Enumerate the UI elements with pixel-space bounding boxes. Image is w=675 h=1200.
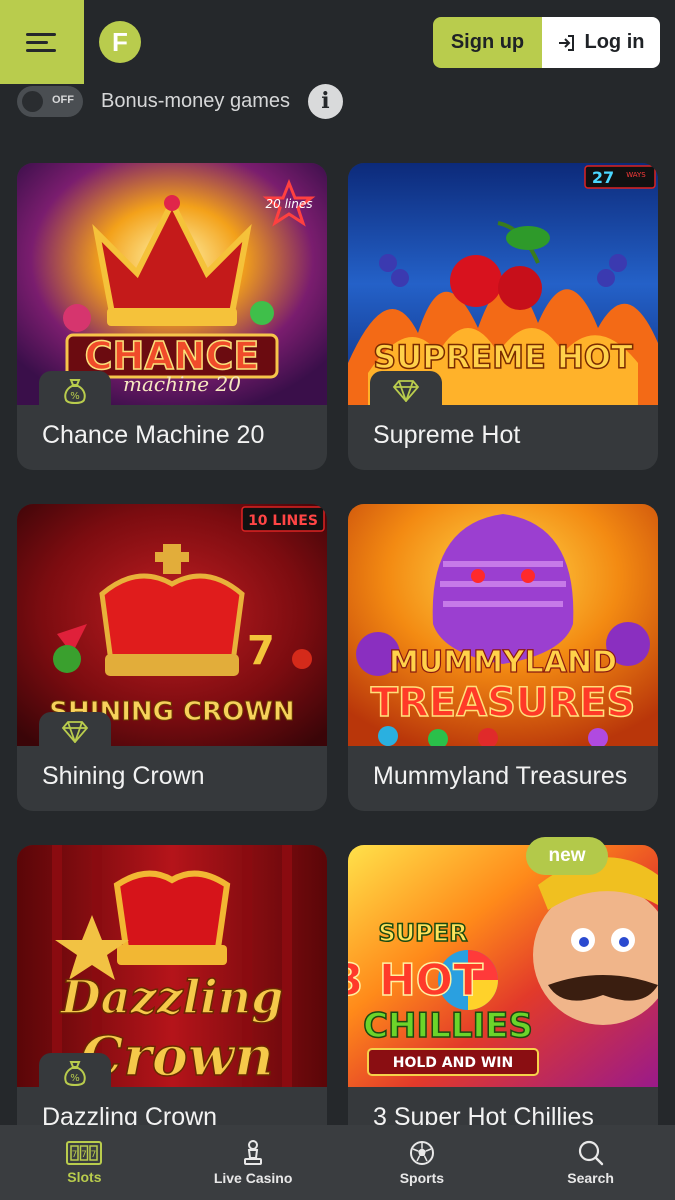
svg-text:3 HOT: 3 HOT	[348, 955, 483, 1006]
game-badge: %	[39, 1053, 111, 1093]
svg-text:WAYS: WAYS	[626, 171, 646, 179]
svg-text:TREASURES: TREASURES	[371, 680, 636, 726]
soccer-ball-icon	[409, 1140, 434, 1165]
game-title: Chance Machine 20	[42, 421, 265, 449]
toggle-state: OFF	[52, 93, 74, 106]
game-thumbnail: SUPER 3 HOT CHILLIES HOLD AND WIN	[348, 845, 658, 1087]
game-title: Mummyland Treasures	[373, 762, 628, 790]
nav-label: Search	[567, 1169, 614, 1186]
nav-item-search[interactable]: Search	[506, 1125, 675, 1200]
svg-text:10 LINES: 10 LINES	[248, 513, 318, 529]
svg-text:27: 27	[592, 168, 614, 187]
money-bag-icon: %	[64, 379, 86, 404]
brand-logo[interactable]: F	[99, 21, 141, 63]
game-badge: %	[39, 371, 111, 411]
game-thumbnail: 7 10 LINES SHINING CROWN	[17, 504, 327, 746]
game-thumbnail: MUMMYLAND TREASURES	[348, 504, 658, 746]
svg-text:%: %	[70, 1073, 80, 1084]
new-badge: new	[526, 837, 608, 875]
game-thumbnail: Dazzling Crown	[17, 845, 327, 1087]
svg-text:Dazzling: Dazzling	[59, 970, 284, 1024]
signup-button[interactable]: Sign up	[433, 17, 542, 68]
svg-text:CHILLIES: CHILLIES	[363, 1006, 533, 1046]
bottom-navigation: 7 7 7 Slots Live Casino Sports Search	[0, 1125, 675, 1200]
svg-text:MUMMYLAND: MUMMYLAND	[389, 645, 617, 680]
game-card-chance-machine-20[interactable]: 20 lines CHANCE machine 20 % Chance Mach…	[17, 163, 327, 470]
svg-text:7: 7	[247, 628, 275, 674]
game-card-dazzling-crown[interactable]: Dazzling Crown % Dazzling Crown	[17, 845, 327, 1152]
nav-label: Live Casino	[213, 1169, 293, 1186]
info-icon[interactable]: i	[307, 83, 343, 119]
game-thumbnail: SUPREME HOT 27 WAYS	[348, 163, 658, 405]
svg-text:7: 7	[72, 1150, 78, 1160]
game-title: Shining Crown	[42, 762, 205, 790]
bonus-money-toggle[interactable]: OFF	[17, 85, 83, 117]
nav-item-live-casino[interactable]: Live Casino	[169, 1125, 338, 1200]
game-card-shining-crown[interactable]: 7 10 LINES SHINING CROWN Shining Crown	[17, 504, 327, 811]
toggle-knob	[22, 90, 43, 112]
nav-item-sports[interactable]: Sports	[338, 1125, 507, 1200]
menu-button[interactable]	[0, 0, 84, 84]
svg-text:7: 7	[91, 1150, 97, 1160]
nav-item-slots[interactable]: 7 7 7 Slots	[0, 1125, 169, 1200]
login-button[interactable]: Log in	[542, 17, 660, 68]
nav-label: Sports	[399, 1169, 445, 1186]
login-icon	[558, 34, 574, 51]
game-badge	[370, 371, 442, 411]
bonus-money-label: Bonus-money games	[101, 89, 290, 112]
svg-text:20 lines: 20 lines	[266, 197, 313, 211]
money-bag-icon: %	[64, 1061, 86, 1086]
diamond-icon	[392, 380, 420, 402]
diamond-icon	[61, 721, 89, 743]
bonus-filter-row: OFF Bonus-money games i	[17, 83, 343, 119]
game-card-mummyland-treasures[interactable]: MUMMYLAND TREASURES Mummyland Treasures	[348, 504, 658, 811]
hamburger-icon	[26, 33, 56, 52]
game-card-3-super-hot-chillies[interactable]: SUPER 3 HOT CHILLIES HOLD AND WIN new 3 …	[348, 837, 658, 1152]
svg-text:HOLD AND WIN: HOLD AND WIN	[393, 1055, 513, 1071]
nav-label: Slots	[67, 1168, 102, 1185]
svg-text:machine 20: machine 20	[123, 372, 241, 396]
search-icon	[578, 1140, 603, 1165]
game-thumbnail: 20 lines CHANCE machine 20	[17, 163, 327, 405]
game-title: Supreme Hot	[373, 421, 521, 449]
slot-machine-icon: 7 7 7	[66, 1140, 103, 1165]
login-label: Log in	[584, 31, 645, 53]
svg-text:7: 7	[82, 1150, 88, 1160]
svg-text:SUPER: SUPER	[378, 919, 467, 947]
game-card-supreme-hot[interactable]: SUPREME HOT 27 WAYS Supreme Hot	[348, 163, 658, 470]
game-badge	[39, 712, 111, 752]
svg-text:%: %	[70, 391, 80, 402]
auth-buttons: Sign up Log in	[433, 17, 660, 68]
chess-pawn-icon	[244, 1139, 263, 1165]
